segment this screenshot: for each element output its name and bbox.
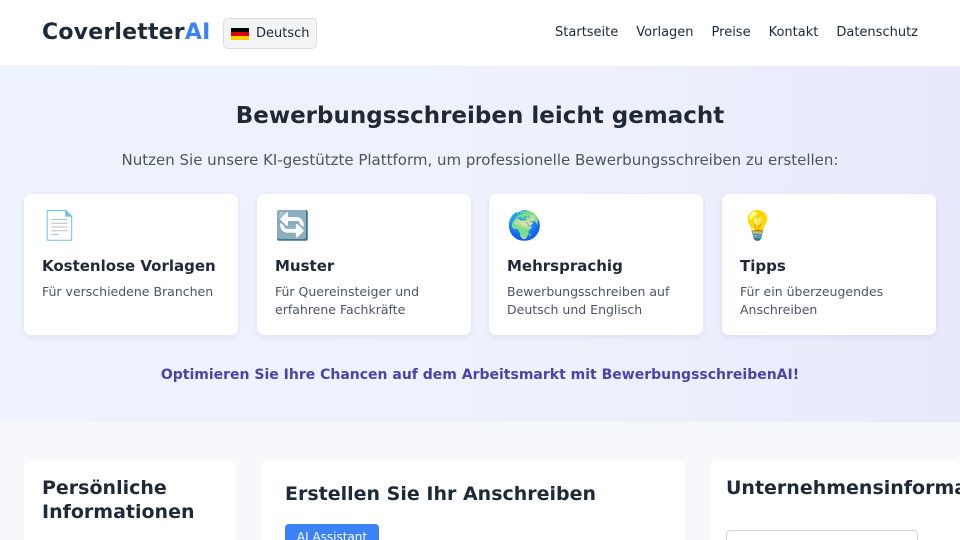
hero-cta-text: Optimieren Sie Ihre Chancen auf dem Arbe…	[160, 367, 800, 383]
nav-startseite[interactable]: Startseite	[555, 25, 618, 40]
company-info-panel: Unternehmensinformationen	[710, 460, 960, 540]
feature-card-tips: 💡 Tipps Für ein überzeugendes Anschreibe…	[722, 194, 936, 335]
create-letter-title: Erstellen Sie Ihr Anschreiben	[285, 483, 597, 505]
feature-card-title: Mehrsprachig	[507, 257, 623, 275]
feature-card-multilingual: 🌍 Mehrsprachig Bewerbungsschreiben auf D…	[489, 194, 703, 335]
document-icon: 📄	[42, 209, 77, 242]
german-flag-icon	[231, 27, 249, 40]
feature-card-desc: Für ein überzeugendes Anschreiben	[740, 284, 884, 317]
hero-section: Bewerbungsschreiben leicht gemacht Nutze…	[0, 67, 960, 422]
feature-card-desc: Für verschiedene Branchen	[42, 284, 214, 299]
personal-info-panel: Persönliche Informationen	[24, 460, 236, 540]
company-info-title: Unternehmensinformationen	[726, 477, 960, 499]
nav-kontakt[interactable]: Kontakt	[769, 25, 819, 40]
hero-title: Bewerbungsschreiben leicht gemacht	[235, 103, 725, 129]
feature-card-desc: Bewerbungsschreiben auf Deutsch und Engl…	[507, 284, 670, 317]
feature-card-title: Tipps	[740, 257, 786, 275]
lightbulb-icon: 💡	[740, 209, 775, 242]
logo-ai-text: AI	[184, 20, 211, 45]
logo-text: Coverletter	[42, 20, 185, 45]
hero-subtitle: Nutzen Sie unsere KI-gestützte Plattform…	[121, 151, 839, 169]
globe-icon: 🌍	[507, 209, 542, 242]
create-letter-panel: Erstellen Sie Ihr Anschreiben AI Assista…	[261, 460, 685, 540]
nav-preise[interactable]: Preise	[712, 25, 751, 40]
personal-info-title: Persönliche Informationen	[42, 477, 195, 523]
nav-datenschutz[interactable]: Datenschutz	[836, 25, 918, 40]
feature-card-title: Muster	[275, 257, 335, 275]
language-label: Deutsch	[256, 26, 310, 41]
nav-vorlagen[interactable]: Vorlagen	[636, 25, 693, 40]
feature-card-samples: 🔄 Muster Für Quereinsteiger und erfahren…	[257, 194, 471, 335]
form-section: Persönliche Informationen Erstellen Sie …	[0, 422, 960, 540]
site-logo[interactable]: CoverletterAI	[42, 20, 210, 45]
feature-card-title: Kostenlose Vorlagen	[42, 257, 216, 275]
top-navbar: CoverletterAI Deutsch Startseite Vorlage…	[0, 0, 960, 67]
refresh-icon: 🔄	[275, 209, 310, 242]
language-selector[interactable]: Deutsch	[223, 18, 317, 49]
feature-card-desc: Für Quereinsteiger und erfahrene Fachkrä…	[275, 284, 420, 317]
feature-card-templates: 📄 Kostenlose Vorlagen Für verschiedene B…	[24, 194, 238, 335]
main-nav: Startseite Vorlagen Preise Kontakt Daten…	[555, 25, 918, 40]
company-name-input[interactable]	[726, 530, 918, 540]
ai-assistant-button[interactable]: AI Assistant	[285, 524, 379, 540]
